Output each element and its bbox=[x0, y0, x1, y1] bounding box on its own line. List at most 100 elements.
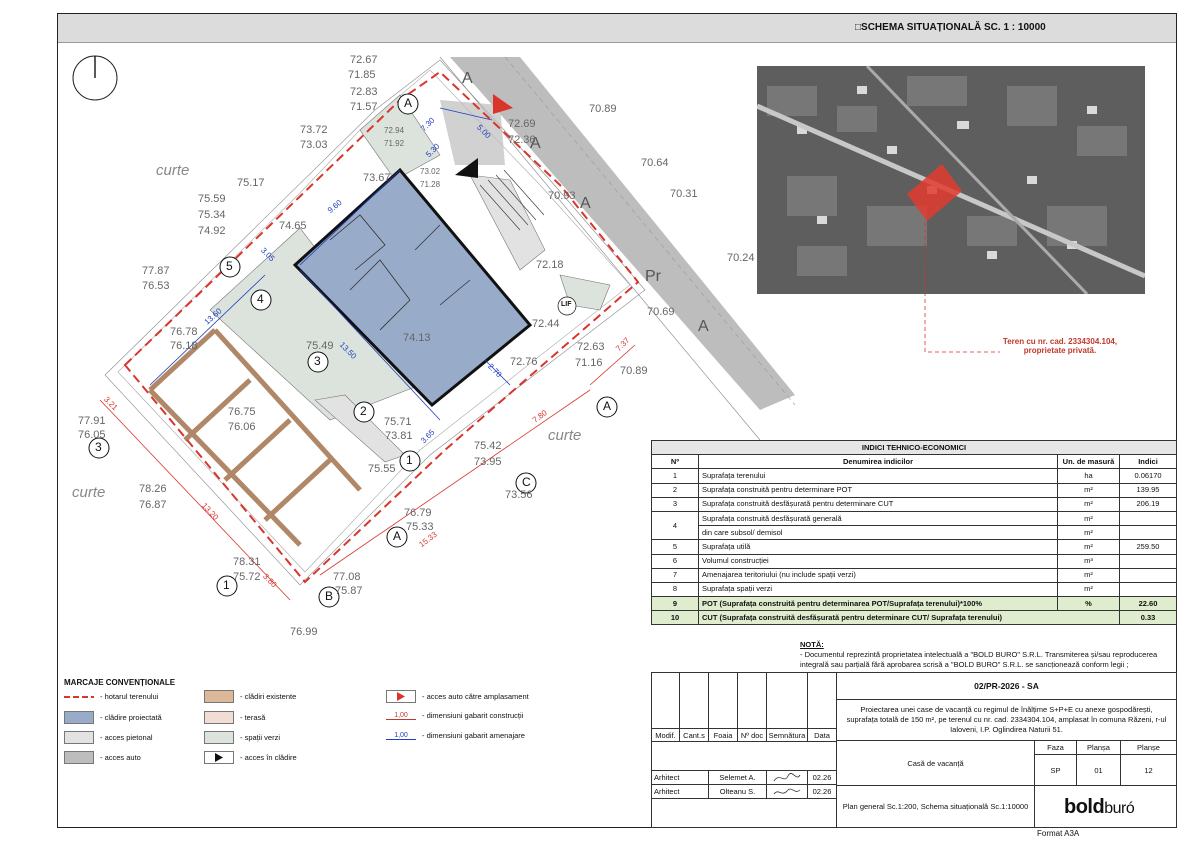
elevation: 74.13 bbox=[403, 332, 431, 344]
marker-1: 1 bbox=[406, 453, 413, 467]
elevation: 74.65 bbox=[279, 220, 307, 232]
elevation: 72.36 bbox=[508, 134, 536, 146]
elevation: 76.78 bbox=[170, 326, 198, 338]
elevation: 73.95 bbox=[474, 456, 502, 468]
elevation: 71.57 bbox=[350, 101, 378, 113]
technical-indices-table: INDICI TEHNICO-ECONOMICI Nº Denumirea in… bbox=[651, 439, 1177, 626]
elevation: 70.89 bbox=[589, 103, 617, 115]
elevation: 75.87 bbox=[335, 585, 363, 597]
marker-4: 4 bbox=[257, 292, 264, 306]
marker-b: B bbox=[325, 589, 334, 603]
elevation: 78.31 bbox=[233, 556, 261, 568]
elevation: 71.92 bbox=[384, 139, 405, 148]
legend-title: MARCAJE CONVENȚIONALE bbox=[64, 678, 176, 687]
elevation: 75.42 bbox=[474, 440, 502, 452]
table-row: 2 Suprafața construită pentru determinare… bbox=[651, 482, 1177, 498]
elevation: 74.92 bbox=[198, 225, 226, 237]
legend-dim-build: 1,00 - dimensiuni gabarit construcții bbox=[386, 711, 523, 720]
elevation: 75.59 bbox=[198, 193, 226, 205]
legend-existing: - clădiri existente bbox=[204, 690, 296, 703]
elevation: 76.06 bbox=[228, 421, 256, 433]
note-text: - Documentul reprezintă proprietatea int… bbox=[800, 650, 1158, 669]
signature bbox=[766, 770, 808, 785]
project-description: Proiectarea unei case de vacanță cu regi… bbox=[836, 699, 1177, 741]
elevation: 76.05 bbox=[78, 429, 106, 441]
marker-a3: A bbox=[404, 96, 413, 110]
col-nrdoc: Nº doc bbox=[737, 728, 767, 742]
table-row: 6 Volumul construcției m³ bbox=[651, 553, 1177, 569]
marker-3b: 3 bbox=[95, 440, 102, 454]
planse-value: 12 bbox=[1120, 754, 1177, 786]
elevation: 77.91 bbox=[78, 415, 106, 427]
curte-label: curte bbox=[156, 162, 190, 179]
table-row: 7 Amenajarea teritoriului (nu include spa… bbox=[651, 567, 1177, 583]
elevation: 75.72 bbox=[233, 571, 261, 583]
col-foaia: Foaia bbox=[708, 728, 738, 742]
north-arrow-icon bbox=[72, 55, 118, 101]
signature bbox=[766, 784, 808, 799]
note-block: NOTĂ: - Documentul reprezintă proprietat… bbox=[800, 640, 1176, 670]
elevation: 70.64 bbox=[641, 157, 669, 169]
elevation: 70.24 bbox=[727, 252, 755, 264]
col-modif: Modif. bbox=[651, 728, 680, 742]
elevation: 75.49 bbox=[306, 340, 334, 352]
elevation: 73.81 bbox=[385, 430, 413, 442]
pedestrian-access bbox=[469, 174, 546, 271]
table-row: 8 Suprafața spații verzi m² bbox=[651, 581, 1177, 598]
elevation: 75.17 bbox=[237, 177, 265, 189]
elevation: 76.75 bbox=[228, 406, 256, 418]
elevation: 72.69 bbox=[508, 118, 536, 130]
indices-title: INDICI TEHNICO-ECONOMICI bbox=[651, 439, 1177, 456]
legend-entrance: - acces în clădire bbox=[204, 751, 297, 764]
elevation: 72.76 bbox=[510, 356, 538, 368]
elevation: 77.08 bbox=[333, 571, 361, 583]
lift-label: LIF bbox=[561, 301, 572, 308]
marker-3: 3 bbox=[314, 354, 321, 368]
elevation: 72.94 bbox=[384, 126, 405, 135]
legend-boundary: - hotarul terenului bbox=[64, 692, 159, 701]
elevation: 73.67 bbox=[363, 172, 391, 184]
elevation: 75.34 bbox=[198, 209, 226, 221]
signer-role: Arhitect bbox=[651, 784, 709, 799]
elevation: 70.93 bbox=[548, 190, 576, 202]
bold-buro-logo: boldburó bbox=[1064, 796, 1135, 818]
elevation: 71.85 bbox=[348, 69, 376, 81]
signer-name: Olteanu S. bbox=[708, 784, 767, 799]
elevation: 72.63 bbox=[577, 341, 605, 353]
road-letter: A bbox=[580, 195, 591, 212]
faza-label: Faza bbox=[1034, 740, 1077, 755]
orthophoto-map bbox=[757, 66, 1145, 294]
elevation: 76.18 bbox=[170, 340, 198, 352]
elevation: 72.18 bbox=[536, 259, 564, 271]
elevation: 73.03 bbox=[300, 139, 328, 151]
elevation: 71.16 bbox=[575, 357, 603, 369]
plansa-value: 01 bbox=[1076, 754, 1121, 786]
marker-5: 5 bbox=[226, 259, 233, 273]
format-label: Format A3A bbox=[1037, 829, 1080, 838]
elevation: 76.79 bbox=[404, 507, 432, 519]
note-title: NOTĂ: bbox=[800, 640, 824, 649]
table-row: din care subsol/ demisol m² bbox=[652, 525, 1177, 541]
curte-label: curte bbox=[72, 484, 106, 501]
table-row: 1 Suprafața terenului ha 0.06170 bbox=[651, 468, 1177, 484]
elevation: 75.71 bbox=[384, 416, 412, 428]
col-nr: Nº bbox=[651, 454, 699, 470]
elevation: 76.99 bbox=[290, 626, 318, 638]
col-unit: Un. de masură bbox=[1057, 454, 1120, 470]
cut-row: 10 CUT (Suprafața construită desfășurată … bbox=[651, 610, 1177, 626]
legend-green: - spații verzi bbox=[204, 731, 280, 744]
elevation: 70.69 bbox=[647, 306, 675, 318]
elevation: 73.72 bbox=[300, 124, 328, 136]
legend-auto: - acces auto bbox=[64, 751, 141, 764]
marker-c: C bbox=[522, 475, 531, 489]
curte-label: curte bbox=[548, 427, 582, 444]
pot-row: 9 POT (Suprafața construită pentru determ… bbox=[651, 596, 1177, 612]
elevation: 73.56 bbox=[505, 489, 533, 501]
marker-2: 2 bbox=[360, 404, 367, 418]
legend-pedestrian: - acces pietonal bbox=[64, 731, 153, 744]
road-letter: A bbox=[698, 318, 709, 335]
table-row: 4 Suprafața construită desfășurată genera… bbox=[651, 510, 1177, 541]
elevation: 72.67 bbox=[350, 54, 378, 66]
road-letter: A bbox=[462, 70, 473, 87]
elevation: 75.55 bbox=[368, 463, 396, 475]
